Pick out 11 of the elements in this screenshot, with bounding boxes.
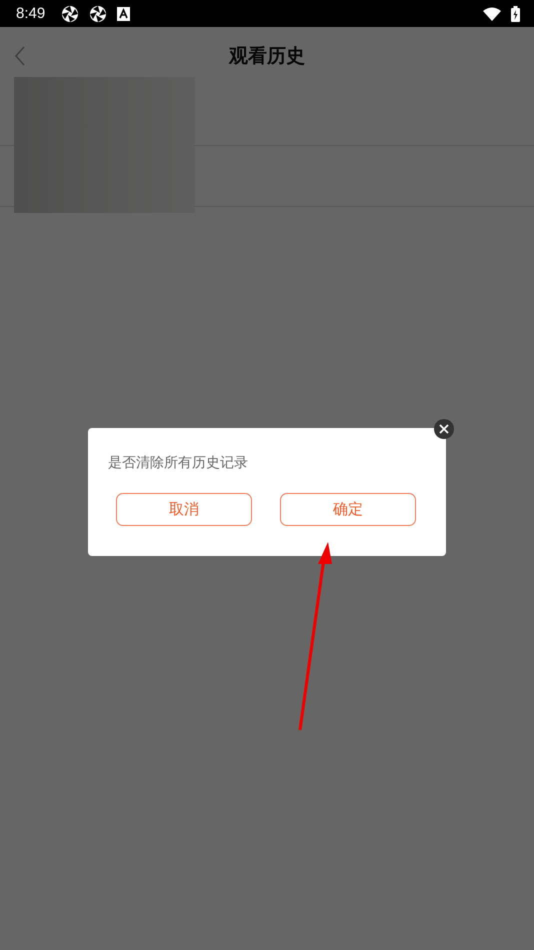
dialog-message: 是否清除所有历史记录	[108, 454, 249, 472]
notification-icon	[89, 4, 108, 22]
dialog-button[interactable]: 取消	[116, 493, 252, 526]
dialog-button[interactable]: 确定	[280, 493, 416, 526]
notification-icon	[61, 4, 80, 22]
wifi-icon	[483, 6, 501, 20]
close-icon[interactable]	[434, 419, 454, 439]
keyboard-icon	[117, 6, 130, 20]
page-title: 观看历史	[229, 44, 305, 69]
battery-icon	[511, 6, 520, 22]
status-time: 8:49	[16, 5, 46, 22]
